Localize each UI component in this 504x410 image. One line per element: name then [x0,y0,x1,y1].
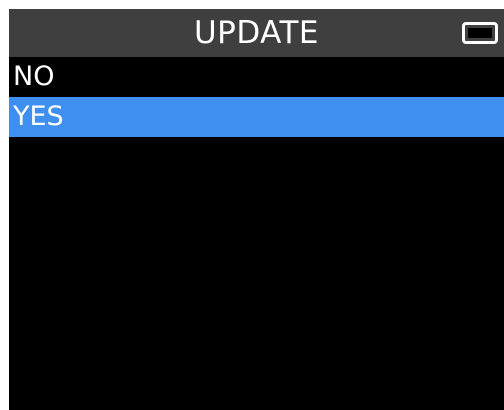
battery-level [468,28,492,38]
title-bar: UPDATE [9,9,504,57]
menu-list: NO YES [9,57,504,137]
menu-item-no[interactable]: NO [9,57,504,97]
menu-item-yes[interactable]: YES [9,97,504,137]
battery-icon [462,22,498,44]
device-screen: UPDATE NO YES [9,9,504,410]
page-title: UPDATE [193,15,320,51]
